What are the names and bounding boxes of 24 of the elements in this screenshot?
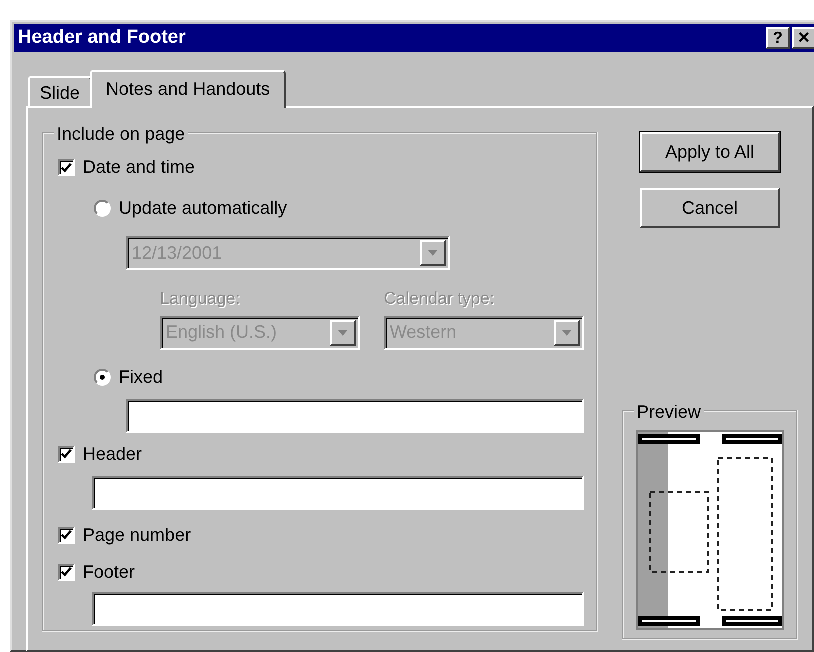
checkbox-label: Footer <box>83 560 136 584</box>
text-field[interactable] <box>92 476 584 510</box>
field-label: Calendar type: <box>384 288 496 310</box>
tab[interactable]: Notes and Handouts <box>90 70 286 108</box>
checkbox[interactable] <box>58 526 75 544</box>
dialog-button[interactable]: Cancel <box>640 188 780 228</box>
field-label: Language: <box>160 288 242 310</box>
help-button[interactable]: ? <box>766 27 790 49</box>
checkbox[interactable] <box>58 159 75 176</box>
window-title: Header and Footer <box>18 26 186 50</box>
radio-label: Fixed <box>119 366 164 388</box>
checkbox-label: Page number <box>83 524 192 547</box>
radio-button[interactable] <box>94 200 111 217</box>
text-field[interactable] <box>92 592 584 626</box>
radio-button[interactable] <box>94 368 111 386</box>
checkbox[interactable] <box>58 564 75 580</box>
tab[interactable]: Slide <box>28 76 92 106</box>
close-button[interactable]: × <box>792 27 814 49</box>
checkbox[interactable] <box>58 446 75 462</box>
checkbox-label: Date and time <box>83 156 196 179</box>
checkbox-label: Header <box>83 442 142 466</box>
radio-label: Update automatically <box>119 197 288 220</box>
text-field[interactable] <box>126 398 584 432</box>
dialog-button[interactable]: Apply to All <box>640 132 780 172</box>
